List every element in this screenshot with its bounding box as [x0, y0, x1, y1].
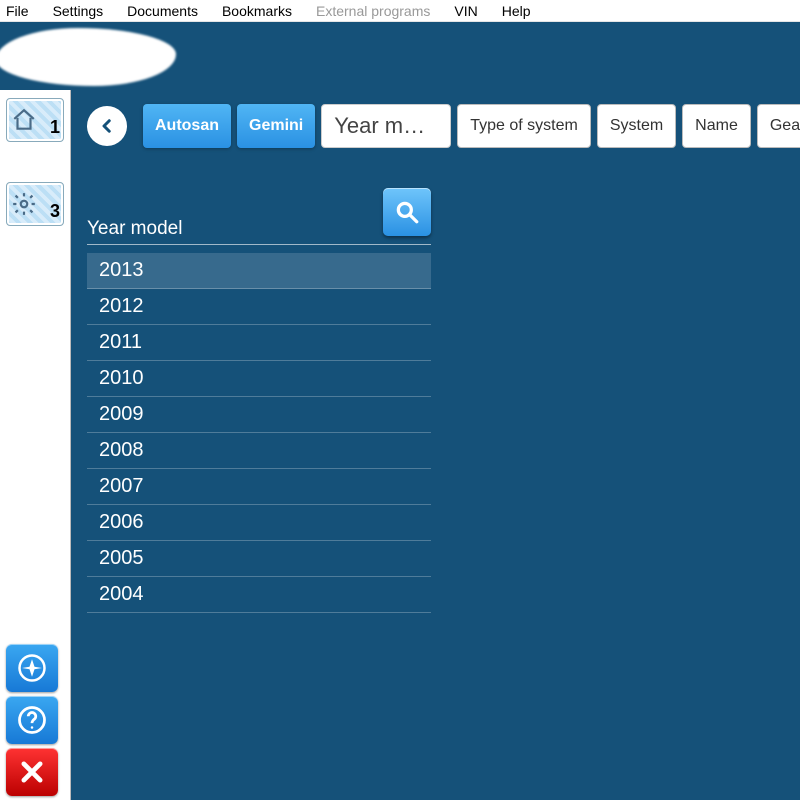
- crumb-gearbox[interactable]: Gearb: [757, 104, 800, 148]
- year-item[interactable]: 2004: [87, 577, 431, 613]
- crumb-gemini[interactable]: Gemini: [237, 104, 315, 148]
- list-header: Year model: [87, 188, 431, 245]
- year-item[interactable]: 2013: [87, 253, 431, 289]
- crumb-system[interactable]: System: [597, 104, 676, 148]
- year-model-section: Year model 2013 2012 2011 2010 2009 2008…: [87, 188, 431, 613]
- crumb-autosan[interactable]: Autosan: [143, 104, 231, 148]
- year-item[interactable]: 2012: [87, 289, 431, 325]
- logo-area: [0, 22, 800, 90]
- list-title: Year model: [87, 218, 182, 240]
- menubar: File Settings Documents Bookmarks Extern…: [0, 0, 800, 22]
- menu-help[interactable]: Help: [502, 3, 531, 19]
- close-icon: [18, 758, 46, 786]
- search-icon: [394, 199, 420, 225]
- help-button[interactable]: [6, 696, 58, 744]
- menu-external-programs: External programs: [316, 3, 430, 19]
- year-item[interactable]: 2011: [87, 325, 431, 361]
- crumb-type-of-system[interactable]: Type of system: [457, 104, 591, 148]
- sidebar-tile-gear[interactable]: 3: [6, 182, 64, 226]
- sidebar-tile-badge: 3: [50, 201, 60, 222]
- flight-button[interactable]: [6, 644, 58, 692]
- year-item[interactable]: 2009: [87, 397, 431, 433]
- sidebar: 1 3: [0, 90, 71, 800]
- close-button[interactable]: [6, 748, 58, 796]
- main-area: 1 3: [0, 90, 800, 800]
- crumb-name[interactable]: Name: [682, 104, 751, 148]
- menu-bookmarks[interactable]: Bookmarks: [222, 3, 292, 19]
- menu-vin[interactable]: VIN: [454, 3, 477, 19]
- sidebar-tile-home[interactable]: 1: [6, 98, 64, 142]
- home-icon: [11, 107, 37, 133]
- year-item[interactable]: 2005: [87, 541, 431, 577]
- chevron-left-icon: [98, 117, 116, 135]
- year-item[interactable]: 2007: [87, 469, 431, 505]
- menu-documents[interactable]: Documents: [127, 3, 198, 19]
- menu-settings[interactable]: Settings: [53, 3, 104, 19]
- search-button[interactable]: [383, 188, 431, 236]
- year-item[interactable]: 2010: [87, 361, 431, 397]
- menu-file[interactable]: File: [6, 3, 29, 19]
- sidebar-tile-badge: 1: [50, 117, 60, 138]
- crumb-year-model[interactable]: Year m…: [321, 104, 451, 148]
- year-item[interactable]: 2006: [87, 505, 431, 541]
- breadcrumb: Autosan Gemini Year m… Type of system Sy…: [87, 104, 800, 148]
- sidebar-bottom: [6, 644, 58, 800]
- back-button[interactable]: [87, 106, 127, 146]
- flight-icon: [17, 653, 47, 683]
- help-icon: [17, 705, 47, 735]
- year-item[interactable]: 2008: [87, 433, 431, 469]
- logo-placeholder: [0, 28, 176, 86]
- gear-icon: [11, 191, 37, 217]
- year-list: 2013 2012 2011 2010 2009 2008 2007 2006 …: [87, 253, 431, 613]
- content: Autosan Gemini Year m… Type of system Sy…: [71, 90, 800, 800]
